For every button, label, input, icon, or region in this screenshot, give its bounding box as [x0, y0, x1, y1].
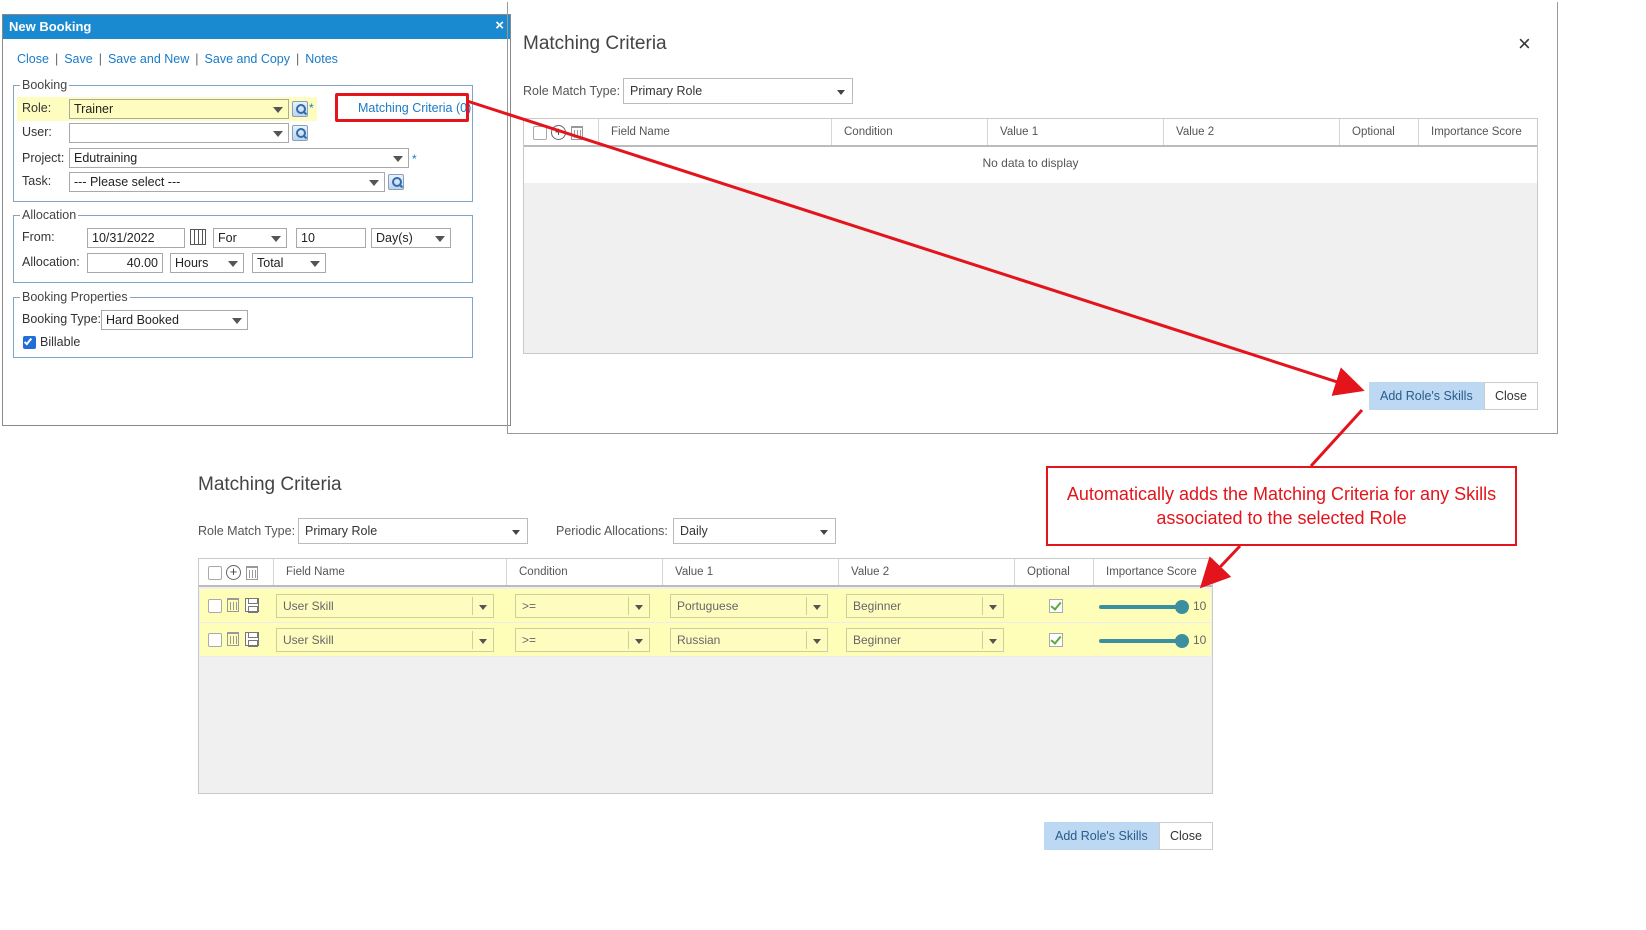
- arrow-callout-to-score: [1199, 544, 1242, 589]
- arrow-link-to-add-button: [466, 99, 1365, 396]
- annotation-arrows: [466, 99, 1365, 589]
- arrow-add-button-to-callout: [1309, 408, 1364, 468]
